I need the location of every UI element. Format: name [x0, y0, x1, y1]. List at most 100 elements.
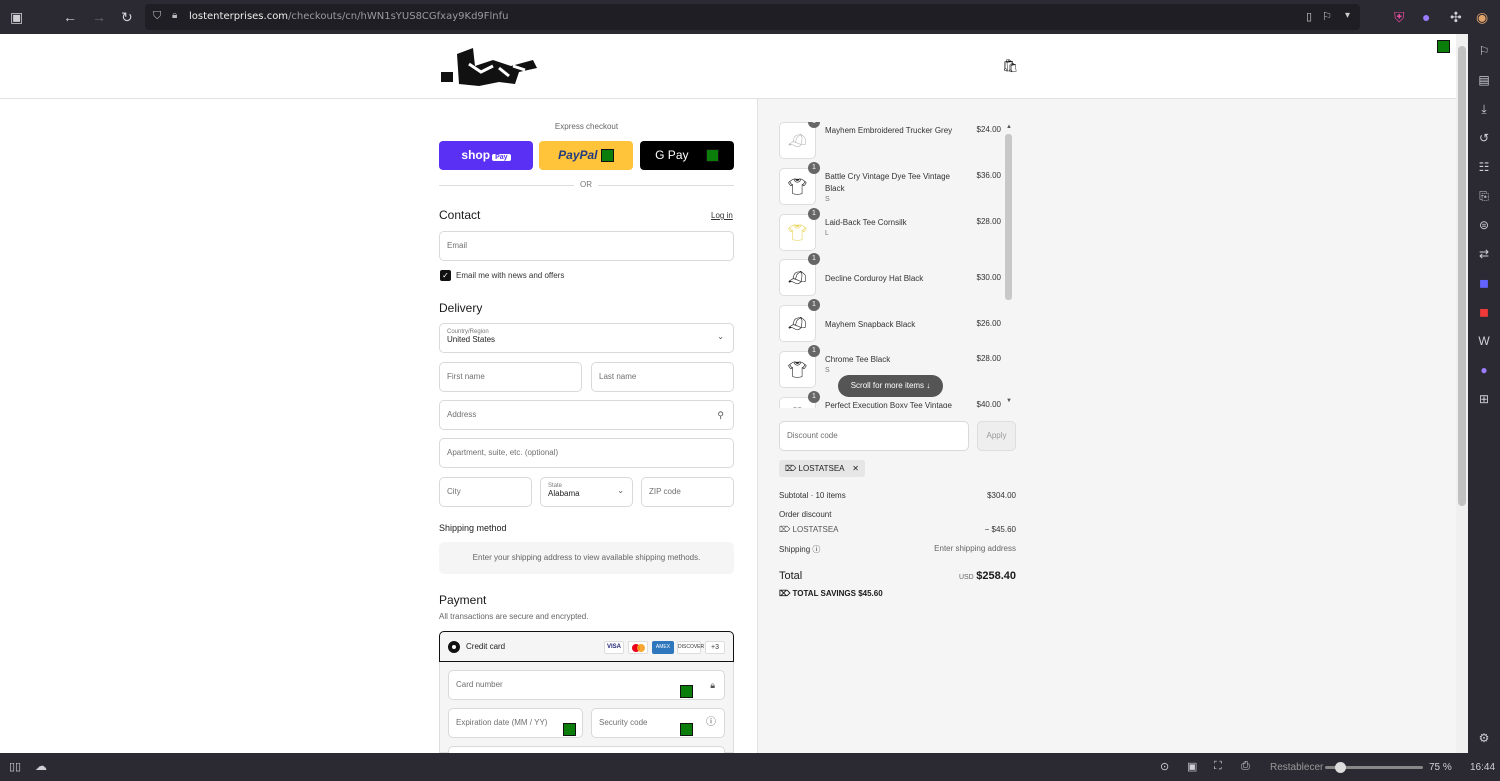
vivaldi-icon[interactable]: ◼ [1477, 305, 1491, 319]
discount-tag: ⌦ LOSTATSEA ✕ [779, 460, 865, 477]
google-pay-button[interactable]: G Pay [640, 141, 734, 170]
newsletter-checkbox[interactable]: ✓ [440, 270, 451, 281]
reading-list-icon[interactable]: ▤ [1477, 73, 1491, 87]
store-logo[interactable] [439, 46, 539, 86]
history-icon[interactable]: ↺ [1477, 131, 1491, 145]
item-price: $30.00 [976, 273, 1001, 283]
email-field[interactable]: Email [439, 231, 734, 261]
sidebar-toggle-icon[interactable]: ▣ [10, 9, 23, 26]
name-on-card-field[interactable] [448, 746, 725, 753]
scroll-more-pill[interactable]: Scroll for more items ↓ [838, 375, 943, 397]
shop-pay-button[interactable]: shop Pay [439, 141, 533, 170]
security-code-field[interactable]: Security code ⓘ [591, 708, 725, 738]
expiration-field[interactable]: Expiration date (MM / YY) [448, 708, 583, 738]
quantity-badge: 1 [808, 299, 820, 312]
state-select[interactable]: State Alabama ⌄ [540, 477, 633, 507]
cart-scrollbar[interactable]: ▲ ▼ [1004, 124, 1014, 408]
cloud-sync-icon[interactable]: ☁ [35, 759, 47, 773]
login-link[interactable]: Log in [711, 211, 733, 220]
tiling-icon[interactable]: ▣ [1187, 760, 1197, 773]
item-name: Mayhem Embroidered Trucker Grey [825, 126, 953, 135]
zoom-slider-handle[interactable] [1335, 762, 1346, 773]
url-text: lostenterprises.com/checkouts/cn/hWN1sYU… [189, 11, 509, 22]
wikipedia-icon[interactable]: W [1477, 334, 1491, 348]
discount-code-field[interactable]: Discount code [779, 421, 969, 451]
tab-stack-icon[interactable]: ⊜ [1477, 218, 1491, 232]
address-bar[interactable]: ⛉ 🔒︎ lostenterprises.com/checkouts/cn/hW… [145, 4, 1360, 30]
quantity-badge: 1 [808, 345, 820, 357]
bookmarks-icon[interactable]: ⚐ [1477, 44, 1491, 58]
cart-item: 👕︎1Perfect Execution Boxy Tee Vintage$40… [779, 390, 1015, 408]
browser-side-panel: ⚐ ▤ ⤓ ↺ ☷ ⎘ ⊜ ⇄ ◼ ◼ W ● ⊞ ⚙ [1468, 34, 1500, 753]
amex-icon: AMEX [652, 641, 674, 654]
sync-icon[interactable]: ⇄ [1477, 247, 1491, 261]
contact-heading: Contact [439, 208, 481, 222]
zip-field[interactable]: ZIP code [641, 477, 734, 507]
bookmark-icon[interactable]: ⚐ [1322, 10, 1332, 23]
order-discount-label: Order discount [779, 510, 832, 519]
payment-subtitle: All transactions are secure and encrypte… [439, 612, 589, 621]
first-name-field[interactable]: First name [439, 362, 582, 392]
capture-icon[interactable]: ⊙ [1160, 760, 1169, 773]
extension-icon[interactable]: ● [1477, 363, 1491, 377]
reset-zoom-button[interactable]: Restablecer [1270, 762, 1323, 773]
forward-icon[interactable]: → [92, 9, 106, 25]
item-variant: S [825, 367, 830, 374]
profile-avatar-icon[interactable]: ◉ [1476, 9, 1488, 26]
country-select[interactable]: Country/Region United States ⌄ [439, 323, 734, 353]
search-icon: ⚲ [717, 410, 724, 420]
tshirt-icon: 👕︎ [779, 351, 816, 388]
total-value: USD $258.40 [958, 570, 1016, 582]
item-name: Mayhem Snapback Black [825, 320, 916, 330]
remove-discount-icon[interactable]: ✕ [852, 464, 859, 473]
help-icon[interactable]: ⓘ [812, 545, 820, 554]
shopping-bag-icon[interactable]: 🛍︎ [1002, 58, 1019, 74]
clock: 16:44 [1470, 762, 1496, 773]
last-name-field[interactable]: Last name [591, 362, 734, 392]
translate-icon[interactable]: ⎘ [1477, 189, 1491, 204]
mastodon-icon[interactable]: ◼ [1477, 276, 1491, 290]
page-scrollbar[interactable] [1456, 34, 1468, 753]
subtotal-value: $304.00 [987, 491, 1016, 500]
apartment-field[interactable]: Apartment, suite, etc. (optional) [439, 438, 734, 468]
reload-icon[interactable]: ↻ [121, 9, 133, 26]
back-icon[interactable]: ← [63, 9, 77, 25]
shield-icon[interactable]: ⛉ [153, 10, 161, 23]
cap-icon: 🧢︎ [779, 305, 816, 343]
dropdown-icon[interactable]: ▾ [1345, 10, 1350, 21]
address-field[interactable]: Address ⚲ [439, 400, 734, 430]
or-label: OR [574, 180, 598, 189]
credit-card-label: Credit card [466, 642, 506, 651]
panel-toggle-icon[interactable]: ▯▯ [9, 760, 21, 773]
card-number-field[interactable]: Card number 🔒︎ [448, 670, 725, 700]
ublock-icon[interactable]: ⛨ [1394, 9, 1405, 26]
add-panel-icon[interactable]: ⊞ [1477, 392, 1491, 406]
fullscreen-icon[interactable]: ⛶ [1214, 760, 1222, 773]
cap-icon: 🧢︎ [779, 122, 816, 159]
browser-toolbar: ▣ ← → ↻ ⛉ 🔒︎ lostenterprises.com/checkou… [0, 0, 1500, 34]
help-icon[interactable]: ⓘ [706, 709, 716, 737]
item-price: $28.00 [976, 216, 1001, 226]
apply-button[interactable]: Apply [977, 421, 1016, 451]
radio-selected-icon[interactable] [448, 641, 460, 653]
clipboard-icon[interactable]: ▯ [1306, 10, 1312, 23]
cart-items-list[interactable]: 🧢︎1Mayhem Embroidered Trucker Grey$24.00… [779, 122, 1015, 408]
extension-icon[interactable]: ● [1422, 9, 1430, 25]
chevron-down-icon: ⌄ [717, 332, 724, 341]
credit-card-option[interactable]: Credit card VISA AMEX DISCOVER +3 [439, 631, 734, 662]
page-actions-icon[interactable]: ⎙ [1241, 760, 1250, 773]
total-savings: ⌦ TOTAL SAVINGS $45.60 [779, 589, 883, 598]
downloads-icon[interactable]: ⤓ [1477, 102, 1491, 117]
item-name: Laid-Back Tee Cornsilk [825, 217, 907, 227]
item-price: $26.00 [976, 319, 1001, 329]
cart-item: 🧢︎ 1 Decline Corduroy Hat Black $30.00 [779, 253, 1015, 299]
notes-icon[interactable]: ☷ [1477, 160, 1491, 174]
item-name: Chrome Tee Black [825, 355, 891, 364]
payment-heading: Payment [439, 593, 487, 607]
paypal-button[interactable]: PayPal [539, 141, 633, 170]
settings-icon[interactable]: ⚙ [1477, 731, 1491, 745]
city-field[interactable]: City [439, 477, 532, 507]
zoom-slider[interactable] [1325, 762, 1423, 773]
extensions-puzzle-icon[interactable]: ✣ [1450, 9, 1462, 26]
extension-badge [1437, 40, 1450, 53]
